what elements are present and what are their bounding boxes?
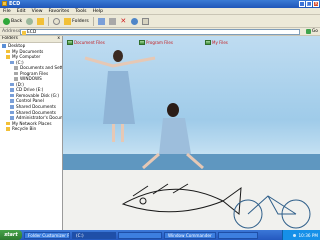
- search-icon: [53, 17, 61, 25]
- back-arrow-icon: [3, 17, 10, 25]
- system-tray: 10:36 PM: [282, 230, 320, 240]
- close-pane-button[interactable]: x: [57, 36, 60, 41]
- go-arrow-icon: [305, 29, 311, 34]
- start-button[interactable]: start: [0, 230, 22, 240]
- desktop-icon-label: My Files: [212, 40, 228, 45]
- minimize-button[interactable]: _: [299, 1, 305, 7]
- go-button[interactable]: Go: [305, 29, 318, 34]
- address-input[interactable]: ECD: [20, 29, 300, 35]
- tree-item-label: Recycle Bin: [12, 126, 37, 132]
- folder-icon: [6, 127, 10, 131]
- back-label: Back: [11, 18, 23, 24]
- address-label: Address: [2, 29, 21, 34]
- move-to-icon: [97, 17, 105, 25]
- folder-icon: [14, 71, 18, 76]
- wallpaper-image: [63, 36, 320, 230]
- folder-tree: Desktop My Documents My Computer (C:) Docume…: [0, 43, 62, 132]
- back-button[interactable]: Back: [2, 17, 23, 25]
- folder-icon: [10, 82, 14, 87]
- folders-label: Folders: [72, 18, 89, 24]
- copy-to-icon: [108, 17, 116, 25]
- folders-icon: [64, 17, 72, 25]
- folder-icon: [6, 121, 10, 126]
- folder-icon: [2, 44, 6, 48]
- window-title: ECD: [9, 1, 21, 7]
- forward-arrow-icon: [26, 17, 34, 25]
- taskbar-button[interactable]: Window Commander: [164, 231, 216, 239]
- folder-icon: [205, 40, 211, 45]
- close-button[interactable]: ×: [313, 1, 319, 7]
- desktop-icon-label: Program Files: [146, 40, 173, 45]
- taskbar-button[interactable]: [118, 231, 162, 239]
- taskbar-button[interactable]: [218, 231, 258, 239]
- folder-icon: [10, 116, 14, 120]
- folder-icon: [10, 99, 14, 103]
- taskbar-button[interactable]: (C:): [72, 231, 116, 239]
- folder-icon: [10, 105, 14, 109]
- folder-icon: [6, 55, 10, 59]
- desktop-icon-label: Document Files: [74, 40, 105, 45]
- undo-icon: [130, 17, 138, 25]
- forward-button[interactable]: [25, 17, 34, 25]
- folder-icon: [10, 88, 14, 92]
- up-button[interactable]: [36, 17, 45, 25]
- menu-help[interactable]: Help: [93, 9, 103, 14]
- folder-icon: [14, 66, 18, 70]
- folder-icon: [22, 30, 26, 35]
- desktop-icon[interactable]: My Files: [205, 40, 228, 45]
- folder-icon: [14, 77, 18, 81]
- folder-icon: [67, 40, 73, 45]
- folder-icon: [2, 1, 7, 6]
- views-icon: [141, 17, 149, 25]
- menu-edit[interactable]: Edit: [17, 9, 26, 14]
- move-to-button[interactable]: [97, 17, 106, 25]
- clock: 10:36 PM: [298, 232, 318, 238]
- copy-to-button[interactable]: [108, 17, 117, 25]
- folder-icon: [10, 60, 14, 65]
- maximize-button[interactable]: □: [306, 1, 312, 7]
- window-controls: _ □ ×: [299, 1, 319, 7]
- toolbar: Back Folders ✕: [0, 15, 320, 28]
- folders-pane-header: Folders x: [0, 36, 62, 43]
- up-folder-icon: [37, 17, 45, 25]
- title-bar[interactable]: ECD _ □ ×: [0, 0, 320, 8]
- folder-icon: [10, 93, 14, 98]
- toolbar-separator: [48, 16, 50, 26]
- folders-pane: Folders x Desktop My Documents My Computer…: [0, 36, 63, 230]
- menu-bar: File Edit View Favorites Tools Help: [0, 8, 320, 15]
- toolbar-separator: [92, 16, 94, 26]
- delete-button[interactable]: ✕: [119, 16, 128, 25]
- views-button[interactable]: [141, 17, 150, 25]
- folders-button[interactable]: Folders: [63, 17, 90, 25]
- delete-icon: ✕: [120, 16, 127, 25]
- desktop-icon[interactable]: Program Files: [139, 40, 173, 45]
- address-value: ECD: [27, 30, 37, 35]
- address-bar: Address ECD Go: [0, 28, 320, 36]
- menu-favorites[interactable]: Favorites: [49, 9, 70, 14]
- folder-icon: [10, 110, 14, 115]
- menu-view[interactable]: View: [32, 9, 43, 14]
- search-button[interactable]: [52, 17, 61, 25]
- menu-tools[interactable]: Tools: [75, 9, 86, 14]
- desktop-icon[interactable]: Document Files: [67, 40, 105, 45]
- taskbar: start Folder Customizer P (C:) Window Co…: [0, 230, 320, 240]
- folder-icon: [6, 49, 10, 54]
- taskbar-button[interactable]: Folder Customizer P: [24, 231, 70, 239]
- folder-icon: [139, 40, 145, 45]
- tree-item[interactable]: Recycle Bin: [0, 126, 62, 132]
- tray-icon[interactable]: [293, 233, 297, 237]
- file-view[interactable]: Document Files Program Files My Files: [63, 36, 320, 230]
- undo-button[interactable]: [130, 17, 139, 25]
- menu-file[interactable]: File: [3, 9, 11, 14]
- folders-pane-title: Folders: [2, 36, 18, 41]
- go-label: Go: [311, 29, 318, 34]
